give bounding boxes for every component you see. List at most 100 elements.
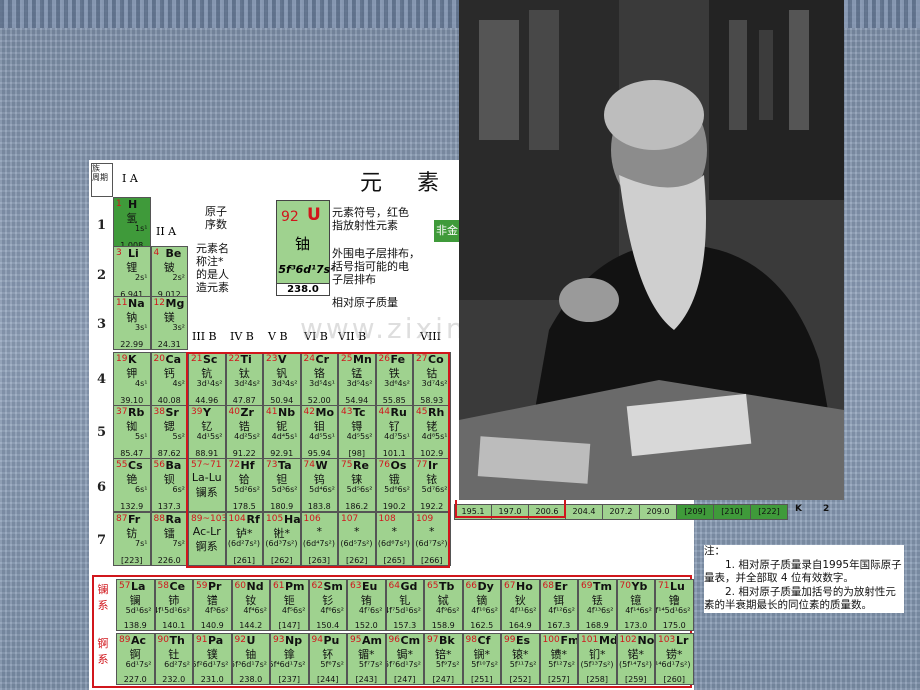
atomic-number: 70 [619, 581, 631, 591]
electron-config: 5f⁴6d¹7s² [270, 660, 306, 669]
period-number-5: 5 [97, 425, 107, 440]
atomic-number: 93 [273, 635, 285, 645]
atomic-number: 88 [153, 514, 165, 524]
lanthanide-cell-Tm: 69 Tm 铥 4f¹³6s² 168.9 [578, 579, 617, 631]
atomic-mass: 140.9 [200, 621, 224, 630]
atomic-number: 12 [153, 298, 165, 308]
atomic-mass: 144.2 [239, 621, 263, 630]
atomic-number: 62 [311, 581, 323, 591]
atomic-mass: [259] [624, 675, 647, 684]
atomic-number: 56 [153, 460, 165, 470]
atomic-number: 57 [119, 581, 131, 591]
legend-name-label: 元素名 称注* 的是人 造元素 [196, 242, 229, 294]
actinide-series-label: 锕 系 [97, 637, 109, 666]
atomic-number: 38 [153, 407, 165, 417]
electron-config: 2s² [172, 273, 185, 282]
period-header: 族 周期 [91, 163, 113, 197]
atomic-number: 37 [116, 407, 128, 417]
lanthanide-cell-Pm: 61 Pm 钷 4f⁵6s² [147] [270, 579, 309, 631]
legend-config-desc: 外围电子层排布， 括号指可能的电 子层排布 [332, 247, 420, 286]
atomic-mass: [258] [586, 675, 608, 684]
lanthanide-cell-Ce: 58 Ce 铈 4f¹5d¹6s² 140.1 [154, 579, 193, 631]
lanthanide-series-label: 镧 系 [97, 583, 109, 612]
atomic-number: 19 [116, 354, 128, 364]
atomic-number: 11 [116, 298, 128, 308]
actinide-cell-Np: 93 Np 镎 5f⁴6d¹7s² [237] [270, 633, 309, 685]
atomic-number: 71 [658, 581, 670, 591]
legend-example-symbol: U [307, 205, 321, 225]
atomic-number: 64 [388, 581, 400, 591]
atomic-number: 103 [658, 635, 676, 645]
partial-mass: [209] [676, 504, 714, 520]
electron-config: 5f⁷7s² [358, 660, 383, 669]
electron-config: 4f¹³6s² [586, 606, 614, 615]
electron-config: 5f⁹7s² [435, 660, 460, 669]
element-cell-K: 19 K 钾 4s¹ 39.10 [113, 352, 151, 406]
atomic-number: 97 [427, 635, 439, 645]
scientist-portrait-photo [459, 0, 844, 500]
legend-example-cell: 92 U 铀 5f³6d¹7s² 238.0 [276, 200, 335, 296]
element-cell-Sr: 38 Sr 锶 5s² 87.62 [150, 405, 188, 459]
period-number-7: 7 [97, 533, 107, 548]
atomic-mass: 226.0 [157, 556, 181, 565]
electron-config: 4s¹ [135, 379, 148, 388]
electron-config: 7s¹ [135, 539, 148, 548]
electron-config: 3s¹ [135, 323, 148, 332]
atomic-mass: 231.0 [200, 675, 224, 684]
electron-config: 4f¹²6s² [548, 606, 575, 615]
atomic-mass: 150.4 [316, 621, 340, 630]
partial-mass: [210] [713, 504, 751, 520]
electron-config: 4f⁵6s² [281, 606, 306, 615]
f-block-panel: 57 La 镧 5d¹6s² 138.9 58 Ce 铈 4f¹5d¹6s² 140.1 59 Pr 镨… [92, 575, 694, 688]
electron-config: 4f¹5d¹6s² [154, 606, 190, 615]
electron-config: (5f¹⁴6d¹7s²) [655, 660, 691, 669]
atomic-mass: 168.9 [585, 621, 609, 630]
electron-config: 5f⁷6d¹7s² [385, 660, 421, 669]
electron-config: 5f⁶7s² [320, 660, 344, 669]
lanthanide-cell-Tb: 65 Tb 铽 4f⁹6s² 158.9 [424, 579, 463, 631]
actinide-cell-Pu: 94 Pu 钚 5f⁶7s² [244] [308, 633, 347, 685]
electron-config: 5f³6d¹7s² [231, 660, 267, 669]
atomic-number: 63 [350, 581, 362, 591]
electron-config: 4s² [172, 379, 185, 388]
atomic-number: 100 [542, 635, 560, 645]
atomic-mass: 238.0 [239, 675, 263, 684]
atomic-number: 98 [465, 635, 477, 645]
group-label-ia: I A [122, 172, 138, 185]
atomic-mass: [257] [547, 675, 570, 684]
element-cell-Be: 4 Be 铍 2s² 9.012 [150, 246, 188, 300]
lanthanide-cell-Yb: 70 Yb 镱 4f¹⁴6s² 173.0 [616, 579, 655, 631]
electron-config: 4f¹⁰6s² [471, 606, 498, 615]
atomic-mass: 162.5 [470, 621, 494, 630]
lanthanide-cell-Sm: 62 Sm 钐 4f⁶6s² 150.4 [308, 579, 347, 631]
atomic-mass: [223] [120, 556, 143, 565]
electron-config: 5f¹¹7s² [509, 660, 537, 669]
atomic-mass: [243] [355, 675, 377, 684]
actinide-cell-Md: 101 Md 钔* (5f¹³7s²) [258] [578, 633, 617, 685]
electron-config: 7s² [172, 539, 185, 548]
period-number-3: 3 [97, 317, 107, 332]
electron-config: 3s² [172, 323, 185, 332]
legend-example-mass: 238.0 [277, 283, 329, 295]
partial-mass: 209.0 [639, 504, 677, 520]
note-2: 2. 相对原子质量加括号的为放射性元素的半衰期最长的同位素的质量数。 [704, 585, 896, 612]
atomic-number: 91 [196, 635, 208, 645]
lanthanide-cell-La: 57 La 镧 5d¹6s² 138.9 [116, 579, 155, 631]
period-number-4: 4 [97, 372, 107, 387]
period-number-1: 1 [97, 218, 107, 233]
lanthanide-cell-Dy: 66 Dy 镝 4f¹⁰6s² 162.5 [462, 579, 501, 631]
electron-config: 4f⁶6s² [320, 606, 344, 615]
electron-config: 5f¹⁰7s² [471, 660, 498, 669]
electron-config: 5f¹²7s² [548, 660, 575, 669]
electron-config: 4f¹¹6s² [509, 606, 537, 615]
atomic-number: 90 [157, 635, 169, 645]
atomic-mass: 138.9 [123, 621, 147, 630]
electron-config: 5s² [172, 432, 185, 441]
group-label-iiib: III B [192, 330, 217, 343]
actinide-cell-Cf: 98 Cf 锎* 5f¹⁰7s² [251] [462, 633, 501, 685]
element-cell-Mg: 12 Mg 镁 3s² 24.31 [150, 296, 188, 350]
electron-config: 5d¹6s² [125, 606, 152, 615]
notes-heading: 注： [704, 545, 725, 557]
electron-config: 4f⁴6s² [243, 606, 267, 615]
atomic-mass: 167.3 [547, 621, 571, 630]
